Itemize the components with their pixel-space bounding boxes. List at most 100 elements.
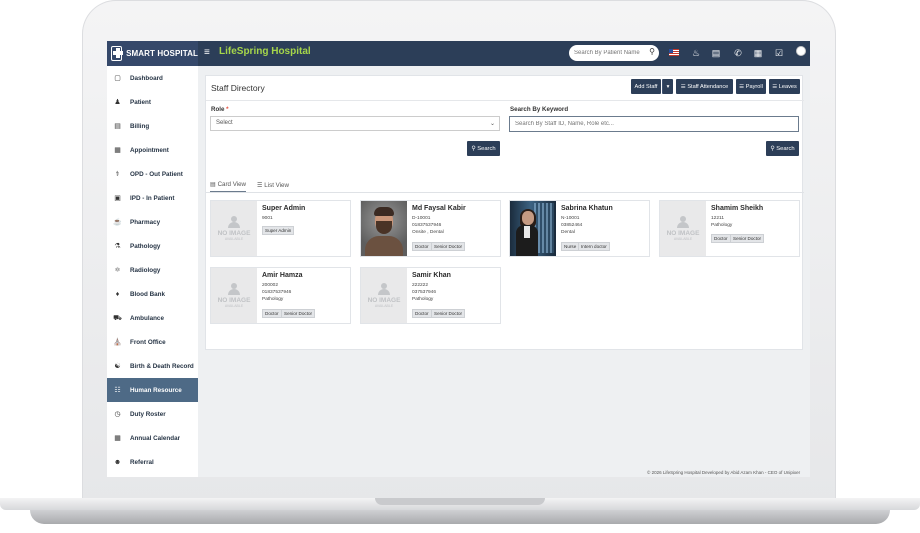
- staff-name[interactable]: Samir Khan: [412, 272, 451, 279]
- staff-card[interactable]: NO IMAGE AVAILABLE Super Admin 9001 Supe…: [210, 200, 351, 257]
- sidebar-item-ipd[interactable]: ▣ IPD - In Patient: [107, 186, 198, 210]
- staff-card[interactable]: NO IMAGE AVAILABLE Amir Hamza 200002 018…: [210, 267, 351, 324]
- person-icon: [377, 283, 391, 295]
- no-image-text: NO IMAGE: [367, 297, 401, 304]
- staff-attendance-button[interactable]: ☰ Staff Attendance: [676, 79, 733, 94]
- keyword-label: Search By Keyword: [510, 106, 569, 113]
- staff-card[interactable]: NO IMAGE AVAILABLE Shamim Sheikh 12211 P…: [659, 200, 800, 257]
- sidebar-item-birth-death[interactable]: ☯ Birth & Death Record ‹: [107, 354, 198, 378]
- top-navbar: SMART HOSPITAL ≡ LifeSpring Hospital ⚲ ♨…: [107, 41, 810, 66]
- bed-icon: ▣: [114, 195, 121, 202]
- tab-card-view[interactable]: ▤ Card View: [210, 178, 247, 193]
- sidebar-item-pharmacy[interactable]: ☕ Pharmacy: [107, 210, 198, 234]
- sidebar-item-label: Duty Roster: [130, 410, 166, 418]
- sidebar: ▢ Dashboard ♟ Patient ▤ Billing ▦ Appointmen…: [107, 66, 198, 477]
- staff-card[interactable]: Sabrina Khatun N-10001 03852464 Dental N…: [509, 200, 650, 257]
- us-flag-icon[interactable]: [669, 49, 679, 56]
- sidebar-item-billing[interactable]: ▤ Billing: [107, 114, 198, 138]
- page-title: Staff Directory: [211, 83, 265, 93]
- role-tag: Nurse: [561, 242, 580, 251]
- patient-search[interactable]: ⚲: [569, 45, 659, 61]
- designation-tag: Senior Doctor: [281, 309, 316, 318]
- brand[interactable]: SMART HOSPITAL: [107, 41, 198, 66]
- add-staff-dropdown-toggle[interactable]: ▾: [662, 79, 673, 94]
- required-marker: *: [226, 106, 229, 113]
- payroll-button[interactable]: ☰ Payroll: [736, 79, 766, 94]
- sidebar-item-label: Ambulance: [130, 314, 164, 322]
- staff-name[interactable]: Md Faysal Kabir: [412, 205, 466, 212]
- flask-icon: ⚗: [114, 243, 121, 250]
- tab-list-view[interactable]: ☰ List View: [257, 178, 289, 192]
- microscope-icon: ⚛: [114, 267, 121, 274]
- list-icon: ☰: [772, 83, 779, 90]
- list-icon: ☰: [739, 83, 746, 90]
- sidebar-item-referral[interactable]: ☻ Referral: [107, 450, 198, 474]
- no-image-text: NO IMAGE: [217, 297, 251, 304]
- sidebar-item-pathology[interactable]: ⚗ Pathology: [107, 234, 198, 258]
- staff-photo: NO IMAGE AVAILABLE: [660, 201, 706, 256]
- app-screen: SMART HOSPITAL ≡ LifeSpring Hospital ⚲ ♨…: [107, 41, 810, 477]
- add-staff-button[interactable]: Add Staff: [631, 79, 661, 94]
- keyword-search-button[interactable]: ⚲ Search: [766, 141, 799, 156]
- bell-icon[interactable]: ♨: [690, 47, 702, 59]
- chevron-left-icon: ‹: [188, 363, 190, 369]
- staff-id: 222222: [412, 283, 429, 288]
- keyword-search-input[interactable]: [509, 116, 799, 132]
- bed-icon[interactable]: ▤: [710, 47, 722, 59]
- sidebar-item-label: Human Resource: [130, 386, 182, 394]
- sidebar-item-front-office[interactable]: ⛪ Front Office: [107, 330, 198, 354]
- staff-department: Pathology: [412, 297, 434, 302]
- add-staff-label: Add Staff: [634, 83, 658, 90]
- chevron-down-icon: ⌄: [489, 121, 495, 127]
- role-search-button[interactable]: ⚲ Search: [467, 141, 500, 156]
- ambulance-icon: ⛟: [113, 314, 122, 322]
- role-select-value: Select: [216, 120, 233, 126]
- file-icon: ▤: [114, 123, 121, 130]
- calendar-icon[interactable]: ▦: [752, 47, 764, 59]
- sidebar-item-human-resource[interactable]: ☷ Human Resource: [107, 378, 198, 402]
- staff-id: D-10001: [412, 216, 431, 221]
- footer-copyright: © 2026 LifeSpring Hospital Developed by …: [647, 470, 801, 475]
- patient-search-input[interactable]: [574, 47, 644, 59]
- sidebar-item-label: Dashboard: [130, 74, 163, 82]
- staff-photo: NO IMAGE AVAILABLE: [211, 268, 257, 323]
- staff-photo: [361, 201, 407, 256]
- sidebar-item-label: Annual Calendar: [130, 434, 181, 442]
- leaves-button[interactable]: ☰ Leaves: [769, 79, 800, 94]
- sidebar-item-opd[interactable]: ⚕ OPD - Out Patient: [107, 162, 198, 186]
- bank-icon: ☯: [114, 363, 121, 370]
- designation-tag: Senior Doctor: [431, 242, 466, 251]
- hospital-name: LifeSpring Hospital: [219, 46, 311, 57]
- role-select[interactable]: Select ⌄: [210, 116, 500, 131]
- sidebar-item-radiology[interactable]: ⚛ Radiology: [107, 258, 198, 282]
- sidebar-item-duty-roster[interactable]: ◷ Duty Roster: [107, 402, 198, 426]
- hamburger-icon[interactable]: ≡: [204, 47, 212, 59]
- staff-name[interactable]: Sabrina Khatun: [561, 205, 613, 212]
- sidebar-item-blood-bank[interactable]: ♦ Blood Bank: [107, 282, 198, 306]
- checkbox-icon[interactable]: ☑: [773, 47, 785, 59]
- no-image-subtext: AVAILABLE: [224, 237, 244, 241]
- staff-name[interactable]: Shamim Sheikh: [711, 205, 763, 212]
- staff-phone: 037537946: [412, 290, 437, 295]
- no-image-subtext: AVAILABLE: [224, 304, 244, 308]
- user-avatar[interactable]: [796, 46, 806, 56]
- staff-card[interactable]: NO IMAGE AVAILABLE Samir Khan 222222 037…: [360, 267, 501, 324]
- calendar-check-icon: ▦: [114, 435, 121, 442]
- sidebar-item-ambulance[interactable]: ⛟ Ambulance: [107, 306, 198, 330]
- sidebar-item-patient[interactable]: ♟ Patient: [107, 90, 198, 114]
- staff-id: 9001: [262, 216, 273, 221]
- sidebar-item-annual-calendar[interactable]: ▦ Annual Calendar: [107, 426, 198, 450]
- sidebar-item-dashboard[interactable]: ▢ Dashboard: [107, 66, 198, 90]
- staff-department: Dental: [561, 230, 575, 235]
- whatsapp-icon[interactable]: ✆: [732, 47, 744, 59]
- monitor-icon: ▢: [114, 75, 121, 82]
- role-tag: Doctor: [412, 309, 432, 318]
- staff-department: Onsite , Dental: [412, 230, 444, 235]
- staff-name[interactable]: Super Admin: [262, 205, 305, 212]
- payroll-label: Payroll: [745, 83, 763, 90]
- staff-card[interactable]: Md Faysal Kabir D-10001 01837537946 Onsi…: [360, 200, 501, 257]
- search-icon[interactable]: ⚲: [649, 47, 655, 56]
- sidebar-item-appointment[interactable]: ▦ Appointment: [107, 138, 198, 162]
- sitemap-icon: ☷: [114, 387, 121, 394]
- staff-name[interactable]: Amir Hamza: [262, 272, 302, 279]
